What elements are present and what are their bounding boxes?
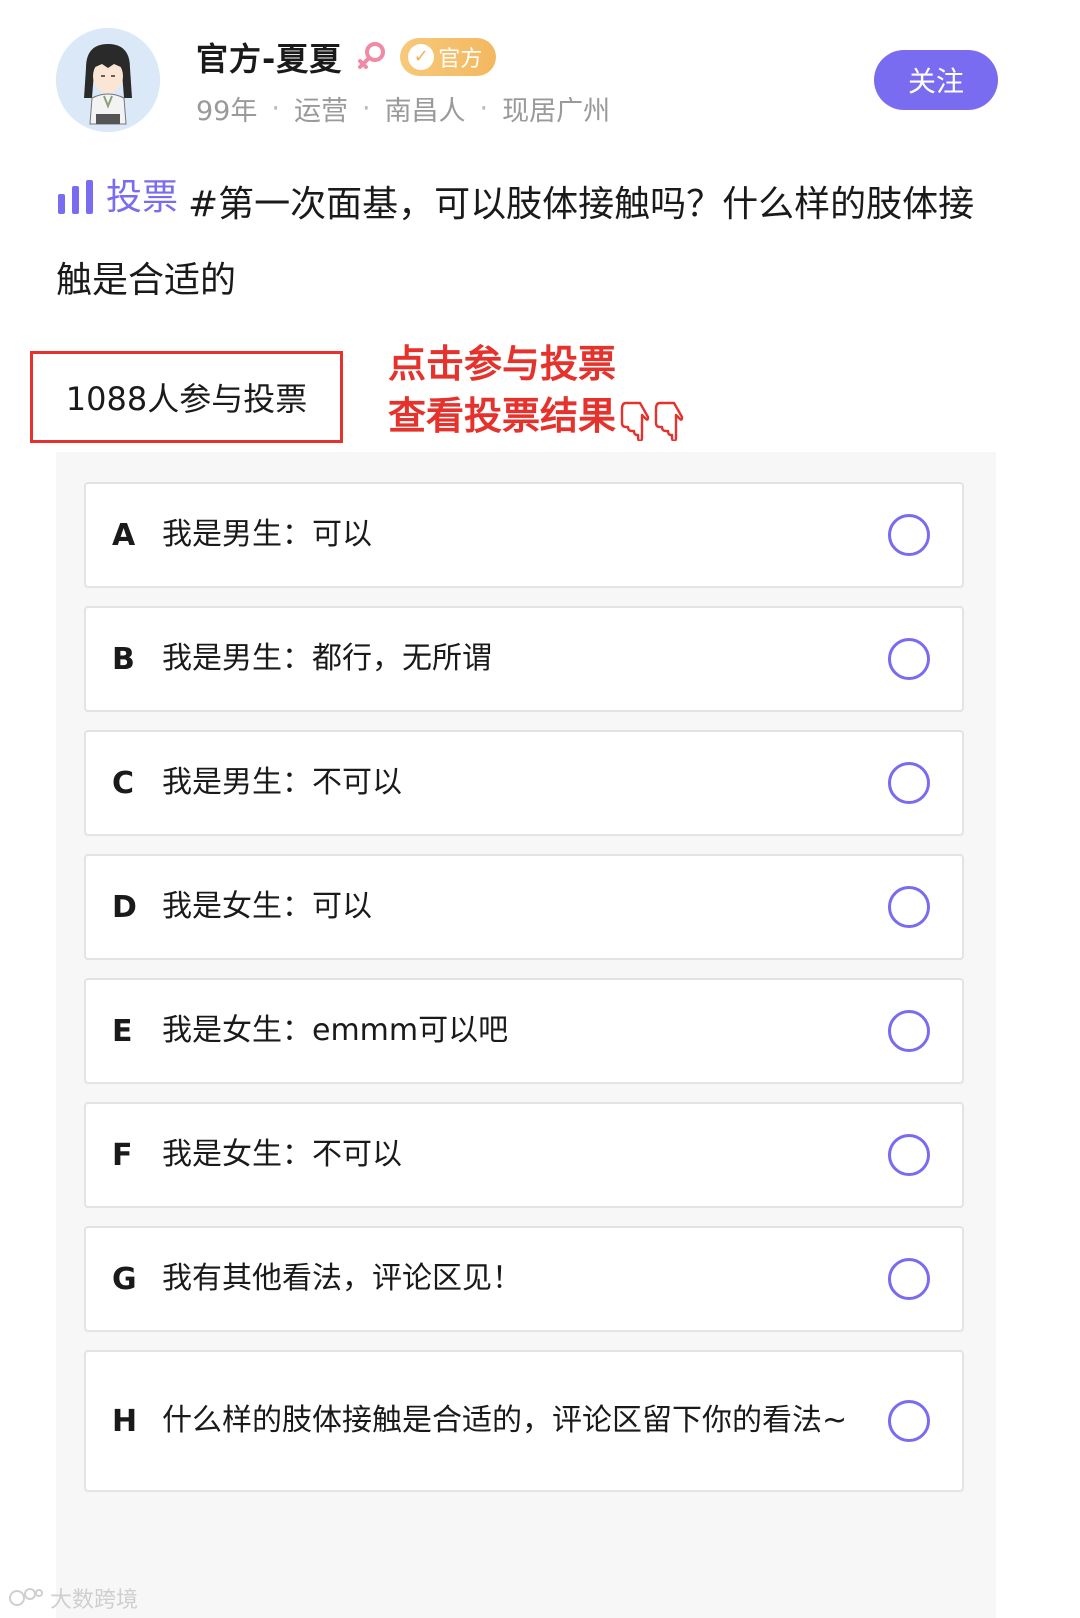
watermark: 大数跨境 (8, 1582, 138, 1614)
bar-chart-icon (58, 180, 93, 214)
annotation-line-2: 查看投票结果 (388, 394, 617, 438)
option-letter: B (112, 641, 135, 677)
meta-age: 99年 (196, 95, 258, 127)
meta-job: 运营 (293, 95, 348, 127)
profile-header: 官方-夏夏 ✓ 官方 99年 · 运营 · 南昌人 · 现居广州 关注 (0, 0, 1080, 150)
option-letter: D (112, 889, 137, 925)
poll-option-e[interactable]: E 我是女生：emmm可以吧 (84, 978, 964, 1084)
watermark-logo-icon (9, 1588, 43, 1606)
radio-circle-icon[interactable] (888, 886, 930, 928)
option-letter: G (112, 1261, 137, 1297)
post-title: 投票 #第一次面基，可以肢体接触吗？什么样的肢体接触是合适的 (56, 160, 996, 319)
follow-button[interactable]: 关注 (874, 50, 998, 110)
poll-option-f[interactable]: F 我是女生：不可以 (84, 1102, 964, 1208)
meta-separator: · (479, 92, 489, 124)
poll-option-b[interactable]: B 我是男生：都行，无所谓 (84, 606, 964, 712)
meta-separator: · (361, 92, 371, 124)
option-text: 我是男生：不可以 (162, 765, 402, 800)
poll-option-a[interactable]: A 我是男生：可以 (84, 482, 964, 588)
annotation-line-1: 点击参与投票 (388, 342, 617, 386)
pointing-down-hand-icon (654, 401, 684, 441)
poll-option-c[interactable]: C 我是男生：不可以 (84, 730, 964, 836)
option-text: 我是女生：可以 (162, 889, 372, 924)
option-letter: E (112, 1013, 133, 1049)
radio-circle-icon[interactable] (888, 762, 930, 804)
watermark-text: 大数跨境 (50, 1588, 139, 1613)
option-letter: A (112, 517, 136, 553)
poll-option-h[interactable]: H 什么样的肢体接触是合适的，评论区留下你的看法~ (84, 1350, 964, 1492)
profile-meta: 99年 · 运营 · 南昌人 · 现居广州 (196, 88, 610, 128)
option-letter: F (112, 1137, 133, 1173)
verified-check-icon: ✓ (408, 44, 435, 70)
annotation: 点击参与投票 查看投票结果 (388, 338, 684, 442)
radio-circle-icon[interactable] (888, 1010, 930, 1052)
poll-option-g[interactable]: G 我有其他看法，评论区见！ (84, 1226, 964, 1332)
radio-circle-icon[interactable] (888, 514, 930, 556)
option-text: 我是女生：不可以 (162, 1137, 402, 1172)
post-title-text: #第一次面基，可以肢体接触吗？什么样的肢体接触是合适的 (56, 184, 975, 301)
radio-circle-icon[interactable] (888, 638, 930, 680)
meta-separator: · (271, 92, 280, 124)
radio-circle-icon[interactable] (888, 1134, 930, 1176)
poll-option-d[interactable]: D 我是女生：可以 (84, 854, 964, 960)
vote-tag[interactable]: 投票 (56, 160, 178, 236)
option-text: 我是男生：都行，无所谓 (162, 641, 492, 676)
avatar[interactable] (56, 28, 160, 132)
option-text: 我有其他看法，评论区见！ (162, 1261, 522, 1296)
option-letter: C (112, 765, 135, 801)
official-badge-label: 官方 (438, 47, 483, 72)
radio-circle-icon[interactable] (888, 1400, 930, 1442)
pointing-down-hand-icon (620, 401, 650, 441)
user-name[interactable]: 官方-夏夏 (196, 34, 342, 80)
option-text: 我是男生：可以 (162, 517, 372, 552)
vote-tag-label: 投票 (106, 177, 179, 218)
poll-options-panel: A 我是男生：可以 B 我是男生：都行，无所谓 C 我是男生：不可以 D 我是女… (56, 452, 996, 1618)
female-icon (354, 40, 388, 74)
participants-count[interactable]: 1088人参与投票 (30, 351, 343, 443)
option-text: 我是女生：emmm可以吧 (162, 1013, 509, 1048)
option-text: 什么样的肢体接触是合适的，评论区留下你的看法~ (162, 1403, 848, 1438)
participants-label: 1088人参与投票 (65, 380, 308, 418)
annotation-line-2-row: 查看投票结果 (388, 390, 684, 442)
official-badge: ✓ 官方 (400, 38, 497, 76)
option-letter: H (112, 1403, 138, 1439)
name-row: 官方-夏夏 ✓ 官方 (196, 34, 497, 80)
meta-residence: 现居广州 (502, 95, 611, 127)
radio-circle-icon[interactable] (888, 1258, 930, 1300)
meta-hometown: 南昌人 (384, 95, 466, 127)
